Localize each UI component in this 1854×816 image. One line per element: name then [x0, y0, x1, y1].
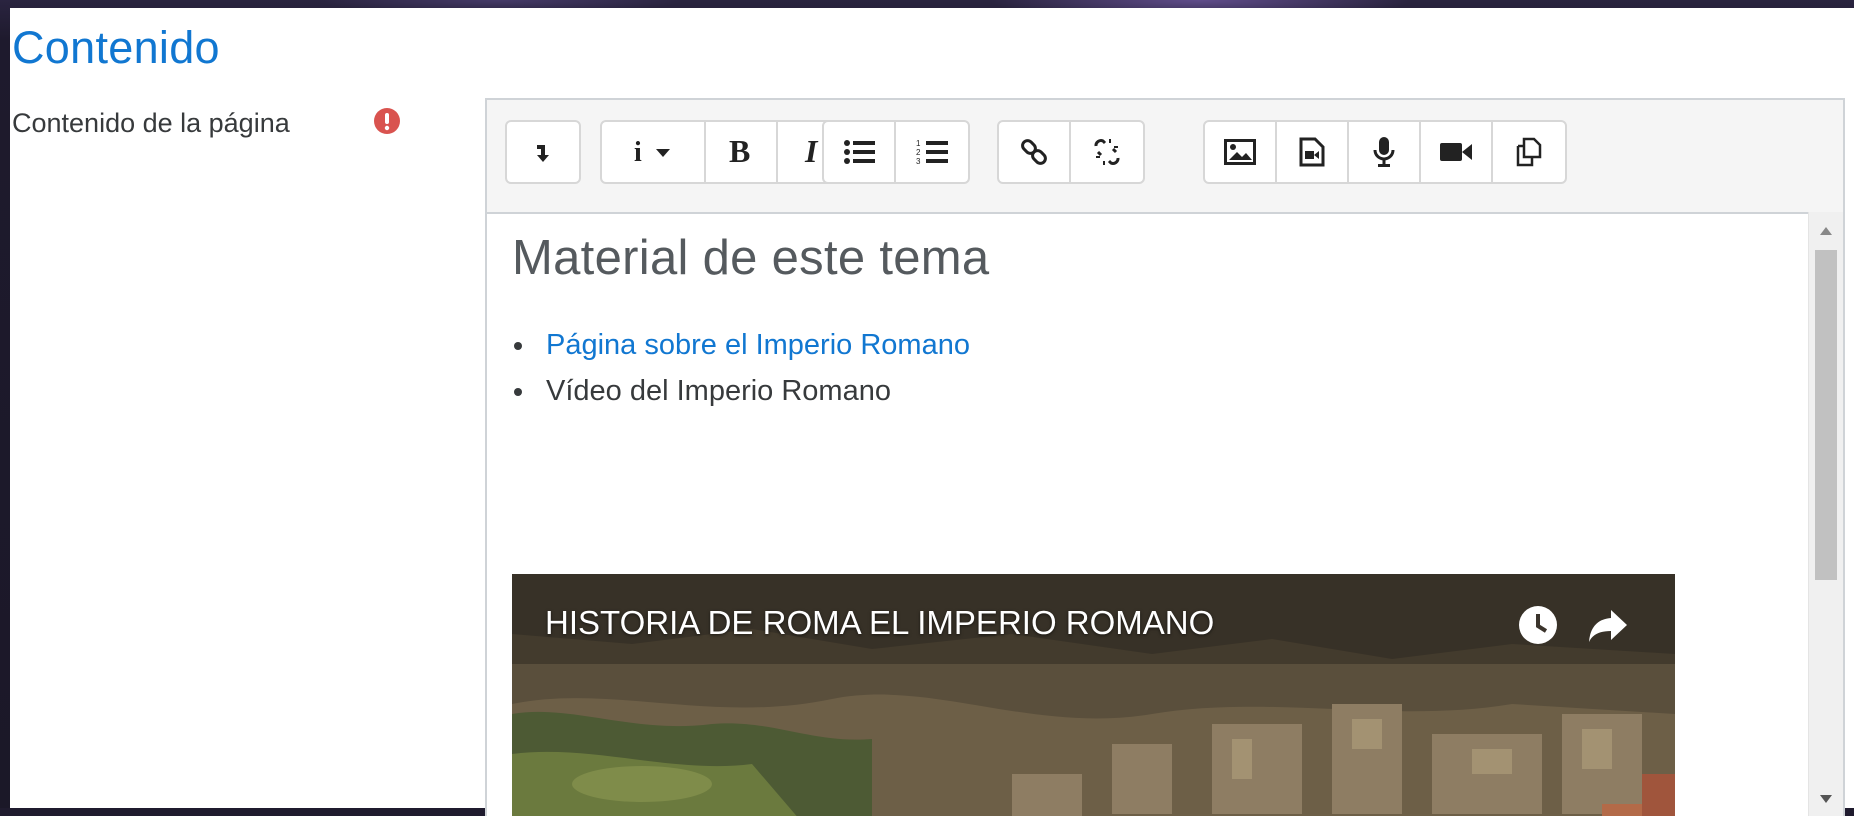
toolbar-group-3: 1 2 3 — [822, 120, 970, 184]
unordered-list-button[interactable] — [824, 122, 896, 182]
required-exclamation-icon — [374, 108, 400, 134]
record-video-button[interactable] — [1421, 122, 1493, 182]
collapse-icon — [537, 145, 549, 162]
unlink-icon — [1094, 139, 1120, 165]
info-style-icon: i — [634, 137, 670, 167]
field-label: Contenido de la página — [12, 108, 290, 138]
toolbar-group-1 — [505, 120, 581, 184]
svg-text:2: 2 — [916, 148, 921, 157]
bold-icon: B — [729, 136, 750, 168]
record-video-icon — [1440, 143, 1472, 161]
svg-text:3: 3 — [916, 157, 921, 166]
scroll-up-arrow-icon[interactable] — [1809, 216, 1843, 246]
list-item-text: Vídeo del Imperio Romano — [546, 375, 891, 407]
link-icon — [1021, 139, 1047, 165]
manage-files-icon — [1516, 137, 1542, 167]
svg-text:i: i — [634, 137, 642, 167]
svg-text:1: 1 — [916, 139, 921, 148]
imperio-romano-link[interactable]: Página sobre el Imperio Romano — [546, 329, 970, 361]
unlink-button[interactable] — [1071, 122, 1143, 182]
media-button[interactable] — [1277, 122, 1349, 182]
style-button[interactable]: i — [602, 122, 706, 182]
list-item: Vídeo del Imperio Romano — [512, 368, 970, 414]
scroll-down-arrow-icon[interactable] — [1809, 784, 1843, 814]
ordered-list-button[interactable]: 1 2 3 — [896, 122, 968, 182]
section-title: Contenido — [12, 22, 220, 73]
embedded-video[interactable]: HISTORIA DE ROMA EL IMPERIO ROMANO — [512, 574, 1675, 816]
watch-later-icon[interactable] — [1517, 604, 1559, 646]
bold-button[interactable]: B — [706, 122, 778, 182]
share-icon[interactable] — [1587, 604, 1629, 646]
unordered-list-icon — [844, 140, 875, 164]
toolbar-group-4 — [997, 120, 1145, 184]
record-audio-button[interactable] — [1349, 122, 1421, 182]
collapse-button[interactable] — [507, 122, 579, 182]
manage-files-button[interactable] — [1493, 122, 1565, 182]
media-icon — [1299, 137, 1325, 167]
toolbar-group-5 — [1203, 120, 1567, 184]
toolbar-group-2: i B I — [600, 120, 852, 184]
image-button[interactable] — [1205, 122, 1277, 182]
record-audio-icon — [1373, 137, 1395, 167]
editor-scrollbar[interactable] — [1808, 212, 1843, 816]
form-panel: Contenido Contenido de la página i B I 1… — [10, 8, 1854, 816]
editor-toolbar: i B I 1 2 3 — [487, 100, 1843, 214]
svg-text:B: B — [729, 136, 750, 168]
link-button[interactable] — [999, 122, 1071, 182]
html-editor: i B I 1 2 3 Material de este tema Página… — [485, 98, 1845, 816]
video-title: HISTORIA DE ROMA EL IMPERIO ROMANO — [545, 604, 1215, 641]
ordered-list-icon: 1 2 3 — [916, 139, 948, 166]
list-item[interactable]: Página sobre el Imperio Romano — [512, 322, 970, 368]
content-heading: Material de este tema — [512, 231, 990, 285]
editor-content-area[interactable]: Material de este tema Página sobre el Im… — [487, 212, 1843, 816]
content-list: Página sobre el Imperio Romano Vídeo del… — [512, 322, 970, 414]
svg-text:I: I — [804, 136, 819, 168]
image-icon — [1224, 139, 1256, 165]
scroll-thumb[interactable] — [1815, 250, 1837, 580]
